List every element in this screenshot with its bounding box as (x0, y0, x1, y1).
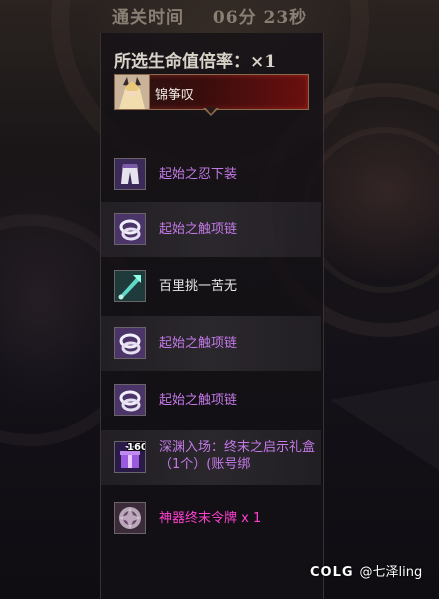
loot-item-name: 起始之忍下装 (159, 167, 238, 182)
player-card[interactable]: 锦筝叹 (114, 74, 309, 110)
clear-time-label: 通关时间 (112, 8, 184, 28)
clear-time-value: 06分 23秒 (212, 8, 308, 28)
necklace-icon (114, 327, 146, 359)
loot-item-name: 深渊入场：终末之启示礼盒（1个）(账号绑 (159, 440, 316, 472)
pants-icon (114, 158, 146, 190)
loot-item-name: 起始之触项链 (159, 222, 238, 237)
necklace-icon (114, 213, 146, 245)
clear-time: 通关时间 06分 23秒 (112, 3, 412, 29)
loot-row[interactable]: 百里挑一苦无 (101, 259, 321, 314)
watermark: COLG @七泽ling (310, 561, 422, 580)
player-pointer-arrow-fill (205, 107, 217, 114)
gift-box-icon: 160 (114, 441, 146, 473)
hp-rate-label: 所选生命值倍率：×1 (114, 52, 277, 72)
item-count-badge: 160 (127, 442, 146, 453)
loot-row[interactable]: 神器终末令牌 x 1 (101, 491, 321, 546)
loot-row[interactable]: 起始之触项链 (101, 202, 321, 257)
loot-item-name: 起始之触项链 (159, 393, 238, 408)
watermark-handle: @七泽ling (359, 565, 423, 580)
token-icon (114, 502, 146, 534)
loot-item-name: 起始之触项链 (159, 336, 238, 351)
kunai-icon (114, 270, 146, 302)
character-avatar (115, 75, 150, 109)
loot-row[interactable]: 起始之触项链 (101, 373, 321, 428)
watermark-brand: COLG (310, 565, 354, 580)
loot-row[interactable]: 160 深渊入场：终末之启示礼盒（1个）(账号绑 (101, 430, 321, 485)
loot-row[interactable]: 起始之忍下装 (101, 147, 321, 202)
loot-row[interactable]: 起始之触项链 (101, 316, 321, 371)
loot-item-name: 百里挑一苦无 (159, 279, 238, 294)
player-name: 锦筝叹 (155, 88, 195, 103)
loot-item-name: 神器终末令牌 x 1 (159, 511, 262, 526)
necklace-icon (114, 384, 146, 416)
